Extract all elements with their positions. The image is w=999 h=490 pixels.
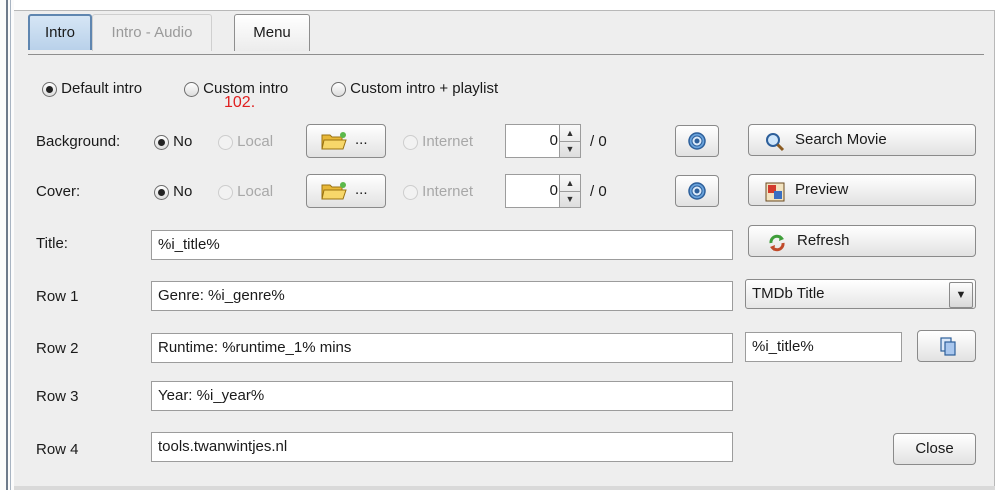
background-internet-radio[interactable] [403, 134, 418, 150]
close-button[interactable]: Close [893, 433, 976, 465]
refresh-button[interactable]: Refresh [748, 225, 976, 257]
copy-icon [940, 337, 956, 356]
cover-spinner-value: 0 [549, 182, 558, 199]
window-edge [0, 0, 14, 490]
radio-custom-intro-playlist[interactable]: Custom intro + playlist [331, 80, 498, 97]
row3-field[interactable]: Year: %i_year% [151, 381, 733, 411]
source-select[interactable]: TMDb Title ▼ [745, 279, 976, 309]
radio-default-intro[interactable]: Default intro [42, 80, 142, 97]
background-no-radio[interactable] [154, 134, 169, 150]
background-index-spinner[interactable]: 0 ▲ ▼ [505, 124, 581, 158]
dialog-bottom-border [14, 486, 995, 490]
cover-local-radio[interactable] [218, 184, 233, 200]
row3-label: Row 3 [36, 388, 79, 405]
tab-intro-audio[interactable]: Intro - Audio [92, 14, 212, 51]
chevron-down-icon[interactable]: ▼ [949, 282, 973, 308]
background-local-radio[interactable] [218, 134, 233, 150]
radio-default-intro-button[interactable] [42, 81, 57, 97]
background-no-option[interactable]: No [154, 133, 192, 150]
annotation-marker: 102. [224, 94, 256, 111]
background-no-label: No [173, 133, 193, 150]
background-settings-button[interactable] [675, 125, 719, 157]
source-select-value: TMDb Title [752, 285, 825, 302]
spinner-arrows: ▲ ▼ [559, 175, 580, 207]
variable-field[interactable]: %i_title% [745, 332, 902, 362]
cover-internet-label: Internet [422, 183, 474, 200]
close-label: Close [915, 440, 954, 457]
cover-browse-button[interactable]: ... [306, 174, 386, 208]
tab-intro[interactable]: Intro [28, 14, 92, 50]
tab-intro-audio-label: Intro - Audio [111, 24, 193, 41]
background-internet-label: Internet [422, 133, 474, 150]
tab-panel-border [28, 54, 984, 55]
spinner-down-icon[interactable]: ▼ [560, 141, 580, 157]
row4-label: Row 4 [36, 441, 79, 458]
cover-settings-button[interactable] [675, 175, 719, 207]
tab-menu-label: Menu [253, 24, 291, 41]
refresh-icon [769, 234, 785, 252]
radio-custom-intro-playlist-button[interactable] [331, 81, 346, 97]
cover-label: Cover: [36, 183, 81, 200]
row4-field[interactable]: tools.twanwintjes.nl [151, 432, 733, 462]
radio-custom-intro-button[interactable] [184, 81, 199, 97]
tab-intro-label: Intro [44, 24, 75, 41]
background-local-label: Local [237, 133, 274, 150]
background-total: / 0 [590, 133, 607, 150]
cover-no-radio[interactable] [154, 184, 169, 200]
folder-open-icon [321, 132, 347, 150]
search-movie-label: Search Movie [795, 131, 887, 148]
row1-field[interactable]: Genre: %i_genre% [151, 281, 733, 311]
preview-label: Preview [795, 181, 849, 198]
cover-no-label: No [173, 183, 193, 200]
spinner-up-icon[interactable]: ▲ [560, 175, 580, 192]
spinner-arrows: ▲ ▼ [559, 125, 580, 157]
title-field[interactable]: %i_title% [151, 230, 733, 260]
cover-browse-label: ... [355, 181, 368, 198]
refresh-label: Refresh [797, 232, 850, 249]
search-icon [766, 133, 785, 152]
background-spinner-value: 0 [549, 132, 558, 149]
radio-custom-intro-playlist-label: Custom intro + playlist [350, 80, 499, 97]
cover-index-spinner[interactable]: 0 ▲ ▼ [505, 174, 581, 208]
gear-icon [688, 182, 706, 200]
row2-label: Row 2 [36, 340, 79, 357]
copy-button[interactable] [917, 330, 976, 362]
cover-local-label: Local [237, 183, 274, 200]
cover-no-option[interactable]: No [154, 183, 192, 200]
background-internet-option[interactable]: Internet [403, 133, 473, 150]
spinner-down-icon[interactable]: ▼ [560, 191, 580, 207]
row1-label: Row 1 [36, 288, 79, 305]
row2-field[interactable]: Runtime: %runtime_1% mins [151, 333, 733, 363]
spinner-up-icon[interactable]: ▲ [560, 125, 580, 142]
background-browse-button[interactable]: ... [306, 124, 386, 158]
background-browse-label: ... [355, 131, 368, 148]
preview-button[interactable]: Preview [748, 174, 976, 206]
title-label: Title: [36, 235, 68, 252]
radio-default-intro-label: Default intro [61, 80, 143, 97]
cover-local-option[interactable]: Local [218, 183, 273, 200]
cover-total: / 0 [590, 183, 607, 200]
preview-icon [765, 182, 785, 202]
tab-menu[interactable]: Menu [234, 14, 310, 51]
cover-internet-radio[interactable] [403, 184, 418, 200]
cover-internet-option[interactable]: Internet [403, 183, 473, 200]
background-local-option[interactable]: Local [218, 133, 273, 150]
folder-open-icon [321, 182, 347, 200]
background-label: Background: [36, 133, 121, 150]
gear-icon [688, 132, 706, 150]
search-movie-button[interactable]: Search Movie [748, 124, 976, 156]
